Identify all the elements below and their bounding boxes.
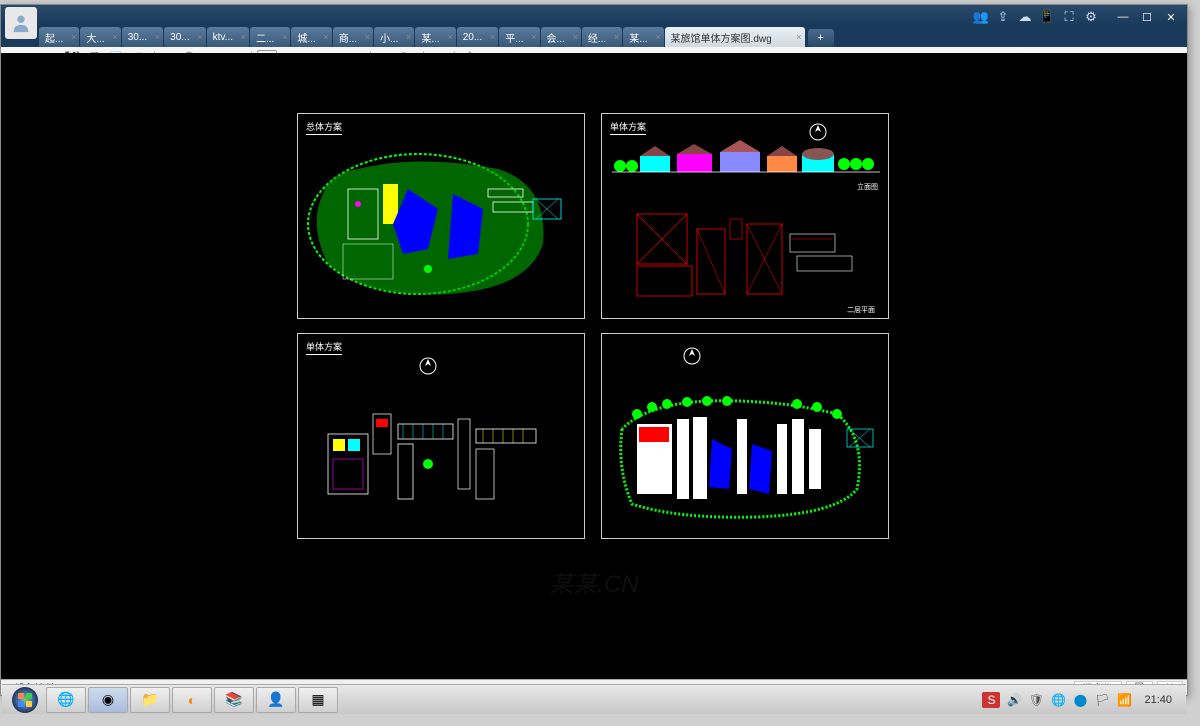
network-icon[interactable]: 🌐 bbox=[1050, 692, 1066, 708]
drawing-panel-3: 单体方案 bbox=[297, 333, 585, 539]
settings-icon[interactable]: ⚙ bbox=[1083, 9, 1099, 25]
shield-icon[interactable]: 🛡 bbox=[1028, 692, 1044, 708]
add-tab-button[interactable]: + bbox=[808, 29, 834, 47]
minimize-button[interactable]: — bbox=[1113, 9, 1133, 25]
system-tray: S 🔊 🛡 🌐 ⬤ 🏳 📶 21:40 bbox=[982, 692, 1182, 708]
close-icon[interactable]: × bbox=[614, 32, 619, 42]
floor-label: 二层平面 bbox=[847, 306, 875, 314]
drawing-panel-4 bbox=[601, 333, 889, 539]
close-button[interactable]: ✕ bbox=[1161, 9, 1181, 25]
taskbar: 🌐 ◉ 📁 ◐ 📚 👤 ▦ S 🔊 🛡 🌐 ⬤ 🏳 📶 21:40 bbox=[2, 684, 1186, 714]
doc-tab[interactable]: 商...× bbox=[333, 27, 373, 47]
close-icon[interactable]: × bbox=[365, 32, 370, 42]
document-tabs: 起...× 大...× 30...× 30...× ktv...× 二...× … bbox=[1, 25, 1187, 47]
close-icon[interactable]: × bbox=[155, 32, 160, 42]
title-right-icons: 👥 ⇪ ☁ 📱 ⛶ ⚙ — ☐ ✕ bbox=[973, 9, 1181, 25]
doc-tab[interactable]: 30...× bbox=[164, 27, 205, 47]
close-icon[interactable]: × bbox=[655, 32, 660, 42]
taskbar-app-music[interactable]: ◐ bbox=[172, 687, 212, 713]
doc-tab[interactable]: 平...× bbox=[499, 27, 539, 47]
taskbar-app-cad[interactable]: ◉ bbox=[88, 687, 128, 713]
drawing-panel-2: 单体方案 bbox=[601, 113, 889, 319]
flag-icon[interactable]: 🏳 bbox=[1094, 692, 1110, 708]
volume-icon[interactable]: 🔊 bbox=[1006, 692, 1022, 708]
close-icon[interactable]: × bbox=[573, 32, 578, 42]
user-avatar[interactable] bbox=[5, 7, 37, 39]
doc-tab[interactable]: 二...× bbox=[250, 27, 290, 47]
doc-tab[interactable]: 某...× bbox=[623, 27, 663, 47]
taskbar-app-folder[interactable]: 📁 bbox=[130, 687, 170, 713]
close-icon[interactable]: × bbox=[197, 32, 202, 42]
doc-tab[interactable]: 起...× bbox=[39, 27, 79, 47]
users-icon[interactable]: 👥 bbox=[973, 9, 989, 25]
fullscreen-icon[interactable]: ⛶ bbox=[1061, 9, 1077, 25]
maximize-button[interactable]: ☐ bbox=[1137, 9, 1157, 25]
watermark: 某某.CN bbox=[549, 564, 638, 599]
close-icon[interactable]: × bbox=[796, 32, 801, 42]
close-icon[interactable]: × bbox=[71, 32, 76, 42]
taskbar-app-reader[interactable]: 📚 bbox=[214, 687, 254, 713]
taskbar-app-generic[interactable]: ▦ bbox=[298, 687, 338, 713]
input-method-icon[interactable]: S bbox=[982, 692, 1000, 708]
app-window: 起...× 大...× 30...× 30...× ktv...× 二...× … bbox=[0, 4, 1188, 696]
close-icon[interactable]: × bbox=[531, 32, 536, 42]
bluetooth-icon[interactable]: ⬤ bbox=[1072, 692, 1088, 708]
elevation-label: 立面图 bbox=[857, 182, 878, 191]
close-icon[interactable]: × bbox=[112, 32, 117, 42]
close-icon[interactable]: × bbox=[490, 32, 495, 42]
clock[interactable]: 21:40 bbox=[1138, 694, 1178, 706]
doc-tab[interactable]: 城...× bbox=[291, 27, 331, 47]
drawing-canvas[interactable]: 总体方案 单体方案 bbox=[1, 53, 1187, 679]
mobile-icon[interactable]: 📱 bbox=[1039, 9, 1055, 25]
doc-tab[interactable]: 大...× bbox=[80, 27, 120, 47]
window-controls: — ☐ ✕ bbox=[1113, 9, 1181, 25]
taskbar-app-browser[interactable]: 🌐 bbox=[46, 687, 86, 713]
doc-tab[interactable]: 会...× bbox=[541, 27, 581, 47]
doc-tab[interactable]: ktv...× bbox=[207, 27, 249, 47]
doc-tab[interactable]: 20...× bbox=[457, 27, 498, 47]
close-icon[interactable]: × bbox=[447, 32, 452, 42]
close-icon[interactable]: × bbox=[241, 32, 246, 42]
share-icon[interactable]: ⇪ bbox=[995, 9, 1011, 25]
doc-tab[interactable]: 30...× bbox=[122, 27, 163, 47]
close-icon[interactable]: × bbox=[282, 32, 287, 42]
close-icon[interactable]: × bbox=[406, 32, 411, 42]
doc-tab[interactable]: 某...× bbox=[415, 27, 455, 47]
signal-icon[interactable]: 📶 bbox=[1116, 692, 1132, 708]
close-icon[interactable]: × bbox=[323, 32, 328, 42]
doc-tab[interactable]: 经...× bbox=[582, 27, 622, 47]
drawing-panel-1: 总体方案 bbox=[297, 113, 585, 319]
start-button[interactable] bbox=[6, 686, 44, 714]
cloud-icon[interactable]: ☁ bbox=[1017, 9, 1033, 25]
taskbar-app-chat[interactable]: 👤 bbox=[256, 687, 296, 713]
doc-tab-active[interactable]: 某旅馆单体方案图.dwg× bbox=[665, 27, 805, 47]
doc-tab[interactable]: 小...× bbox=[374, 27, 414, 47]
